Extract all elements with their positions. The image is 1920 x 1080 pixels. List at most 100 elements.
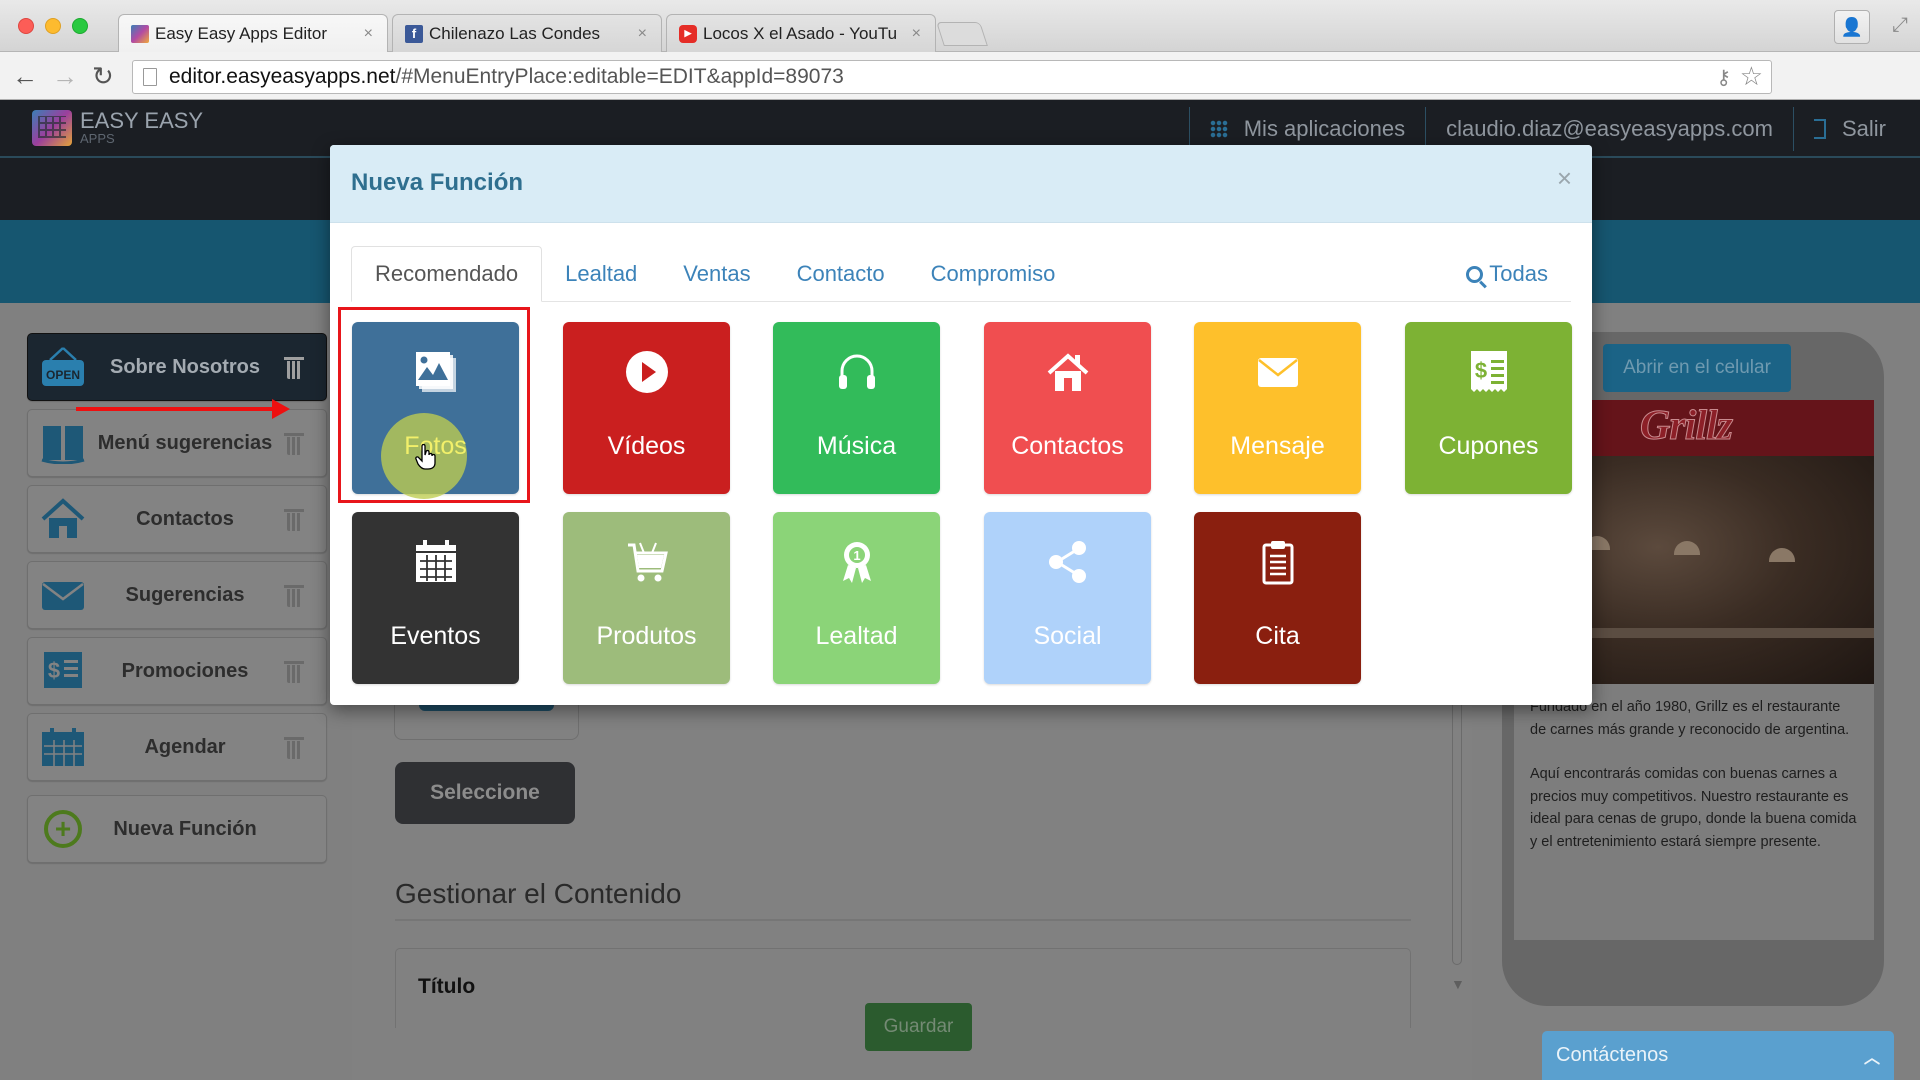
tab-title: Chilenazo Las Condes [429, 23, 601, 43]
plus-circle-icon: + [40, 808, 86, 850]
home-icon [984, 348, 1151, 396]
tile-label: Lealtad [815, 622, 898, 650]
award-ribbon-icon: 1 [773, 538, 940, 586]
tile-produtos[interactable]: Produtos [563, 512, 730, 684]
trash-icon[interactable] [284, 430, 304, 456]
tile-lealtad[interactable]: 1 Lealtad [773, 512, 940, 684]
trash-icon[interactable] [284, 658, 304, 684]
tile-contactos[interactable]: Contactos [984, 322, 1151, 494]
window-close-button[interactable] [18, 18, 34, 34]
bookmark-star-icon[interactable]: ☆ [1740, 61, 1763, 92]
annotation-arrow [76, 399, 290, 419]
new-function-button[interactable]: + Nueva Función [27, 795, 327, 863]
key-icon[interactable]: ⚷ [1716, 65, 1731, 90]
new-function-modal: Nueva Función × Recomendado Lealtad Vent… [330, 145, 1592, 705]
tile-label: Música [816, 432, 897, 460]
page-icon [143, 68, 157, 86]
chevron-up-icon: ︿ [1863, 1049, 1880, 1067]
window-zoom-button[interactable] [72, 18, 88, 34]
svg-text:1: 1 [853, 548, 860, 563]
tab-close-icon[interactable]: × [364, 25, 373, 43]
sidebar-item-contactos[interactable]: Contactos [27, 485, 327, 553]
tile-mensaje[interactable]: Mensaje [1194, 322, 1361, 494]
contact-us-bar[interactable]: Contáctenos ︿ [1542, 1031, 1894, 1080]
tile-label: Vídeos [607, 432, 686, 460]
tile-musica[interactable]: Música [773, 322, 940, 494]
sidebar-item-sobre-nosotros[interactable]: OPEN Sobre Nosotros [27, 333, 327, 401]
url-input[interactable]: editor.easyeasyapps.net /#MenuEntryPlace… [132, 60, 1772, 94]
select-button[interactable]: Seleccione [395, 762, 575, 824]
tab-contacto[interactable]: Contacto [774, 246, 908, 302]
sidebar-item-label: Menú sugerencias [97, 431, 273, 454]
tile-social[interactable]: Social [984, 512, 1151, 684]
logout-link[interactable]: Salir [1794, 116, 1920, 142]
fullscreen-icon[interactable]: ⤢ [1892, 14, 1908, 37]
svg-text:$: $ [1474, 358, 1486, 383]
scrollbar[interactable] [1452, 700, 1462, 965]
tile-eventos[interactable]: Eventos [352, 512, 519, 684]
logout-icon [1813, 119, 1826, 139]
close-icon[interactable]: × [1557, 163, 1572, 194]
share-icon [984, 538, 1151, 586]
coupon-icon: $ [40, 650, 86, 692]
tab-close-icon[interactable]: × [912, 25, 921, 43]
calendar-icon [40, 726, 86, 768]
tab-recomendado[interactable]: Recomendado [351, 246, 543, 302]
tab-close-icon[interactable]: × [638, 25, 647, 43]
open-on-phone-button[interactable]: Abrir en el celular [1603, 344, 1791, 392]
tab-lealtad[interactable]: Lealtad [542, 246, 660, 302]
tab-title: Locos X el Asado - YouTub [703, 23, 898, 43]
user-email-link[interactable]: claudio.diaz@easyeasyapps.com [1426, 116, 1793, 142]
trash-icon[interactable] [284, 734, 304, 760]
tile-cupones[interactable]: $ Cupones [1405, 322, 1572, 494]
tile-label: Cita [1255, 622, 1300, 650]
profile-button[interactable]: 👤 [1834, 10, 1870, 44]
browser-tab-facebook[interactable]: f Chilenazo Las Condes × [392, 14, 662, 52]
browser-tab-bar: Easy Easy Apps Editor × f Chilenazo Las … [0, 0, 1920, 52]
book-icon [40, 422, 86, 464]
sidebar-item-sugerencias[interactable]: Sugerencias [27, 561, 327, 629]
window-minimize-button[interactable] [45, 18, 61, 34]
browser-tab-editor[interactable]: Easy Easy Apps Editor × [118, 14, 388, 52]
open-sign-icon: OPEN [40, 346, 86, 388]
sidebar-item-agendar[interactable]: Agendar [27, 713, 327, 781]
tab-ventas[interactable]: Ventas [660, 246, 773, 302]
new-function-label: Nueva Función [113, 817, 257, 840]
user-email: claudio.diaz@easyeasyapps.com [1446, 116, 1773, 141]
sidebar-item-menu-sugerencias[interactable]: Menú sugerencias [27, 409, 327, 477]
trash-icon[interactable] [284, 354, 304, 380]
section-title: Gestionar el Contenido [395, 878, 682, 909]
sidebar-item-label: Sobre Nosotros [109, 355, 261, 378]
tile-fotos[interactable]: Fotos [352, 322, 519, 494]
grid-icon [1209, 120, 1228, 138]
tab-todas[interactable]: Todas [1443, 246, 1571, 302]
home-icon [40, 498, 86, 540]
new-tab-button[interactable] [936, 22, 988, 46]
sidebar-item-label: Contactos [136, 507, 234, 530]
tile-label: Contactos [1011, 432, 1124, 460]
headphones-icon [773, 348, 940, 396]
save-button[interactable]: Guardar [865, 1003, 972, 1051]
tab-compromiso[interactable]: Compromiso [908, 246, 1079, 302]
scroll-down-arrow-icon[interactable]: ▼ [1451, 976, 1465, 992]
app-logo[interactable]: EASY EASY APPS [32, 110, 203, 146]
back-arrow-icon[interactable]: ← [12, 61, 38, 92]
tile-cita[interactable]: Cita [1194, 512, 1361, 684]
my-apps-link[interactable]: Mis aplicaciones [1190, 116, 1425, 142]
contact-us-label: Contáctenos [1556, 1044, 1669, 1066]
about-paragraph: Aquí encontrarás comidas con buenas carn… [1530, 766, 1857, 850]
sidebar-item-label: Agendar [144, 735, 226, 758]
logo-subtext: APPS [80, 131, 115, 146]
modal-title: Nueva Función [351, 169, 524, 196]
envelope-icon [40, 574, 86, 616]
sidebar-item-promociones[interactable]: $ Promociones [27, 637, 327, 705]
trash-icon[interactable] [284, 506, 304, 532]
trash-icon[interactable] [284, 582, 304, 608]
tile-videos[interactable]: Vídeos [563, 322, 730, 494]
reload-icon[interactable]: ↻ [92, 61, 114, 92]
envelope-icon [1194, 348, 1361, 396]
browser-tab-youtube[interactable]: ▶ Locos X el Asado - YouTub × [666, 14, 936, 52]
facebook-icon: f [405, 24, 423, 43]
divider [395, 919, 1411, 921]
forward-arrow-icon[interactable]: → [52, 61, 78, 92]
